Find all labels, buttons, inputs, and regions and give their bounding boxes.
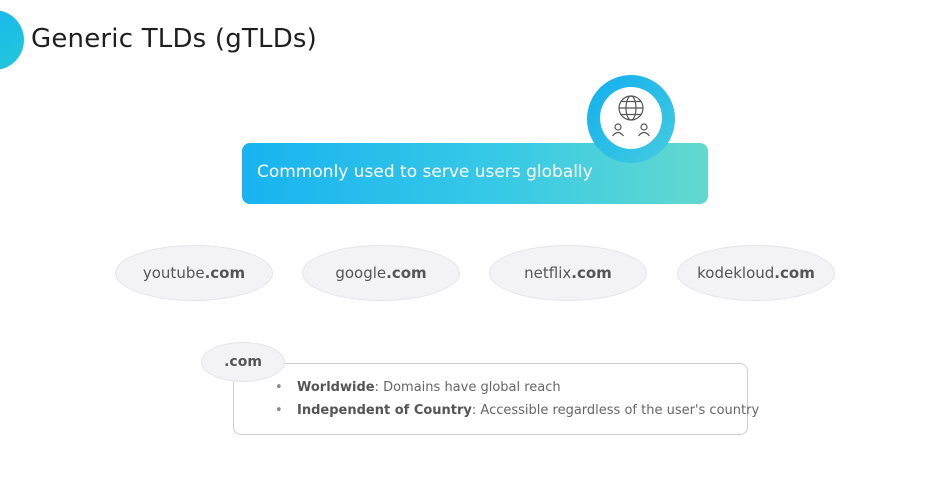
globe-badge — [587, 75, 675, 163]
com-info-box: • Worldwide: Domains have global reach • I… — [233, 363, 759, 435]
list-item-independent: • Independent of Country: Accessible rega… — [275, 403, 760, 418]
com-tag: .com — [201, 342, 285, 382]
corner-tab-decoration — [0, 10, 24, 70]
domain-pill-google: google.com — [302, 245, 460, 301]
list-item-worldwide: • Worldwide: Domains have global reach — [275, 380, 561, 395]
page-title: Generic TLDs (gTLDs) — [31, 24, 318, 54]
domain-pill-youtube: youtube.com — [115, 245, 273, 301]
banner-text: Commonly used to serve users globally — [257, 162, 593, 182]
feature-list: • Worldwide: Domains have global reach • I… — [275, 378, 759, 424]
globe-users-icon — [600, 87, 662, 149]
domain-pill-netflix: netflix.com — [489, 245, 647, 301]
domain-pill-kodekloud: kodekloud.com — [677, 245, 835, 301]
